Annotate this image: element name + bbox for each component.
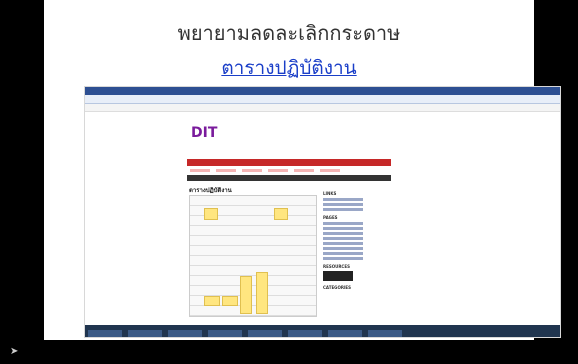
os-taskbar [85,325,560,337]
calendar-event [204,296,220,306]
sidebar-heading-pages: PAGES [323,215,338,220]
sidebar-heading-links: LINKS [323,191,337,196]
calendar-event [204,208,218,220]
calendar-event [240,276,252,314]
calendar-event [274,208,288,220]
calendar-event [256,272,268,314]
presentation-slide: พยายามลดละเลิกกระดาษ ตารางปฏิบัติงาน DIT… [44,0,560,340]
pointer-icon: ➤ [10,346,19,357]
schedule-calendar [189,195,317,317]
sidebar-heading-categories: CATEGORIES [323,285,352,290]
site-nav-bar [187,159,391,172]
calendar-event [222,296,238,306]
page-heading: ตารางปฏิบัติงาน [189,187,232,194]
browser-address-bar [85,95,560,104]
site-sidebar: LINKS PAGES RESOURCES CATEGORIES [323,187,389,292]
website-page: DIT ตารางปฏิบัติงาน LINKS PAGES RESOURCE… [187,113,391,325]
browser-tab-strip [85,87,560,95]
breadcrumb [187,175,391,181]
schedule-link[interactable]: ตารางปฏิบัติงาน [44,53,534,83]
embedded-browser-screenshot: DIT ตารางปฏิบัติงาน LINKS PAGES RESOURCE… [85,87,560,337]
slide-title: พยายามลดละเลิกกระดาษ [177,21,401,45]
site-logo: DIT [191,125,218,141]
sidebar-heading-resources: RESOURCES [323,264,350,269]
browser-bookmarks-bar [85,104,560,112]
